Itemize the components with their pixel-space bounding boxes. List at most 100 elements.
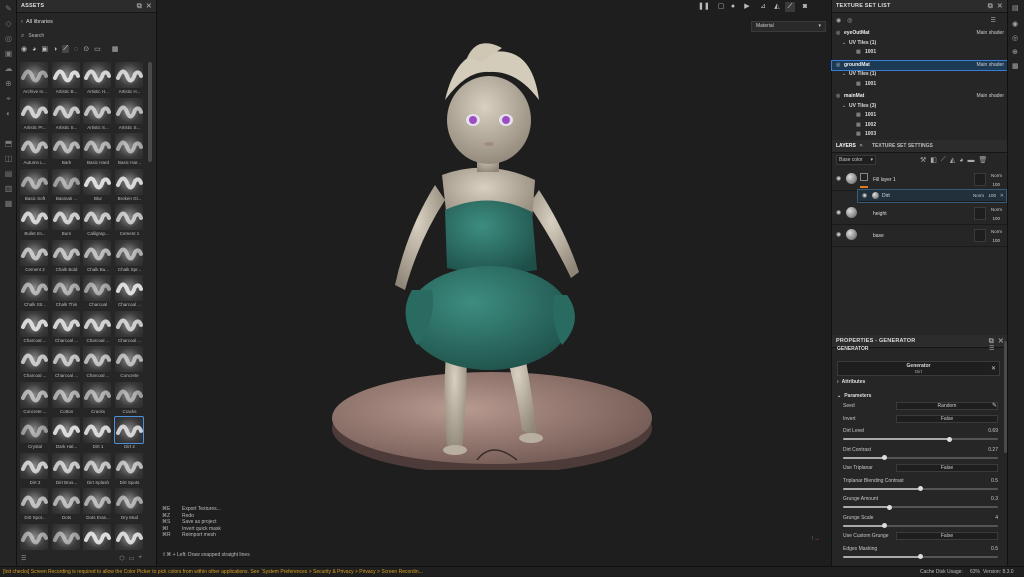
screenshot-icon[interactable]: ◙ — [800, 2, 810, 12]
add-fill-layer-icon[interactable]: ◭ — [950, 156, 955, 164]
brush-thumbnail[interactable] — [51, 523, 82, 553]
texture-filter-icon[interactable]: ▣ — [41, 45, 48, 53]
brush-thumbnail[interactable]: Artistic S... — [83, 97, 113, 133]
effect-row[interactable]: ◉ Dirt Norm 100 ✕ — [857, 189, 1007, 203]
brush-thumbnail[interactable]: Artistic S... — [51, 97, 82, 133]
texture-set-row[interactable]: ◎ eyeOutMat Main shader — [832, 29, 1008, 38]
slider-knob[interactable] — [918, 554, 923, 559]
brush-thumbnail[interactable]: Bark — [51, 133, 82, 168]
material-dropdown[interactable]: Material ▾ — [751, 21, 826, 32]
brush-thumbnail[interactable]: Charcoal ... — [20, 346, 50, 381]
shader-settings-icon[interactable]: ▤ — [3, 168, 14, 179]
slider-track[interactable] — [843, 436, 998, 442]
brush-filter-icon[interactable]: ⟋ — [62, 45, 70, 53]
close-icon[interactable]: ✕ — [859, 140, 863, 153]
parameter-value[interactable]: 0.5 — [991, 478, 998, 484]
brush-thumbnail[interactable]: Archive In... — [20, 62, 50, 97]
add-smart-material-icon[interactable]: ◕ — [959, 157, 963, 164]
uv-tile-row[interactable]: ▦ 1001 — [832, 48, 1008, 57]
brush-thumbnail[interactable]: Chalk Thin — [51, 275, 82, 310]
generator-resource[interactable]: Generator Dirt ✕ — [837, 361, 1000, 376]
close-icon[interactable]: ✕ — [991, 365, 996, 372]
add-paint-layer-icon[interactable]: ⟋ — [941, 156, 946, 164]
brush-thumbnail[interactable]: Dirt Spot... — [20, 488, 50, 523]
brush-thumbnail[interactable]: Cement 1 — [114, 204, 145, 239]
visibility-icon[interactable]: ◎ — [836, 92, 840, 101]
search-bar[interactable]: ⌕ Search — [21, 31, 151, 41]
paint-brush-icon[interactable]: ✎ — [3, 3, 14, 14]
channel-swatch[interactable] — [974, 173, 986, 186]
parameter-value[interactable]: 0.69 — [988, 428, 998, 434]
sphere-icon[interactable]: ● — [728, 2, 738, 12]
brush-thumbnail[interactable]: Charcoal ... — [51, 346, 82, 381]
brush-thumbnail[interactable]: Artistic S... — [114, 97, 145, 133]
menu-icon[interactable]: ☰ — [991, 17, 996, 24]
shader-label[interactable]: Main shader — [976, 61, 1004, 70]
shader-label[interactable]: Main shader — [976, 29, 1004, 38]
eraser-icon[interactable]: ◇ — [3, 18, 14, 29]
blend-mode[interactable]: Norm — [991, 173, 1002, 178]
texture-set-icon[interactable]: ▤ — [1012, 4, 1019, 12]
export-icon[interactable]: ▥ — [3, 183, 14, 194]
uv-tile-row[interactable]: ▦ 1001 — [832, 111, 1008, 120]
camera-icon[interactable]: ▢ — [716, 2, 726, 12]
display-settings-icon[interactable]: ◫ — [3, 153, 14, 164]
log-icon[interactable]: ▦ — [3, 198, 14, 209]
slider-knob[interactable] — [882, 455, 888, 460]
brush-thumbnail[interactable]: Chalk Bu... — [83, 239, 113, 275]
visibility-eye-icon[interactable]: ◉ — [836, 175, 841, 182]
layer-row[interactable]: ◉ height Norm 100 — [832, 204, 1008, 225]
brush-thumbnail[interactable]: Dirt Spots — [114, 452, 145, 488]
chevron-left-icon[interactable]: ‹ — [21, 19, 23, 25]
brush-thumbnail[interactable] — [20, 523, 50, 553]
parameter-field[interactable]: False — [896, 464, 998, 472]
blend-mode[interactable]: Norm — [973, 193, 984, 198]
brush-thumbnail[interactable]: Cracks — [83, 381, 113, 417]
parameter-value[interactable]: 0.27 — [988, 447, 998, 453]
view-icon[interactable]: ◭ — [772, 2, 782, 12]
brush-thumbnail[interactable]: Charcoal ... — [20, 310, 50, 346]
eye-outline-icon[interactable]: ◎ — [847, 17, 852, 24]
slider-track[interactable] — [843, 523, 998, 528]
uv-tile-row[interactable]: ▦ 1003 — [832, 130, 1008, 139]
assets-scrollbar[interactable] — [148, 62, 152, 162]
parameters-section[interactable]: ⌄ Parameters — [837, 393, 871, 399]
brush-thumbnail[interactable]: Crystal — [20, 417, 50, 452]
parameter-field[interactable]: False — [896, 532, 998, 540]
brush-thumbnail[interactable]: Charcoal ... — [114, 310, 145, 346]
parameter-value[interactable]: 0.5 — [991, 546, 998, 552]
brush-thumbnail[interactable]: Dots — [51, 488, 82, 523]
add-icon[interactable]: + — [138, 555, 142, 561]
visibility-icon[interactable]: ◎ — [836, 29, 840, 38]
video-icon[interactable]: ▶ — [742, 2, 752, 12]
layer-opacity[interactable]: 100 — [992, 182, 1000, 187]
slider-knob[interactable] — [947, 436, 953, 442]
close-icon[interactable]: ✕ — [997, 0, 1003, 13]
visibility-icon[interactable]: ◎ — [836, 61, 840, 70]
channel-swatch[interactable] — [974, 229, 986, 242]
properties-menu-icon[interactable]: ☰ — [989, 345, 994, 352]
brush-thumbnail[interactable]: Charcoal ... — [114, 275, 145, 310]
parameter-field[interactable]: Random — [896, 402, 998, 410]
brush-thumbnail[interactable]: Dirt 2 — [113, 416, 145, 452]
texture-set-row[interactable]: ◎ mainMat Main shader — [832, 92, 1008, 101]
clone-icon[interactable]: ⊕ — [3, 78, 14, 89]
tab-texture-set-settings[interactable]: TEXTURE SET SETTINGS — [872, 140, 933, 153]
brush-thumbnail[interactable]: Dry Mud — [114, 488, 145, 523]
visibility-eye-icon[interactable]: ◉ — [836, 209, 841, 216]
brush-thumbnail[interactable]: Basmati ... — [51, 168, 82, 204]
brush-thumbnail[interactable]: Blur — [83, 168, 113, 204]
brush-thumbnail[interactable]: Cracks — [114, 381, 145, 417]
add-folder-icon[interactable]: ▬ — [967, 157, 974, 164]
list-view-icon[interactable]: ☰ — [21, 555, 26, 562]
properties-icon[interactable]: ◎ — [1012, 34, 1018, 42]
library-selector[interactable]: ‹ All libraries — [21, 17, 151, 26]
particles-filter-icon[interactable]: ⊙ — [83, 45, 89, 53]
slider-track[interactable] — [843, 486, 998, 491]
edit-seed-icon[interactable]: ✎ — [992, 402, 997, 409]
pause-icon[interactable]: ❚❚ — [698, 2, 710, 12]
slider-track[interactable] — [843, 455, 998, 460]
close-icon[interactable]: ✕ — [146, 0, 152, 13]
symmetry-icon[interactable]: ⊿ — [758, 2, 768, 12]
brush-thumbnail[interactable]: Charcoal ... — [83, 346, 113, 381]
